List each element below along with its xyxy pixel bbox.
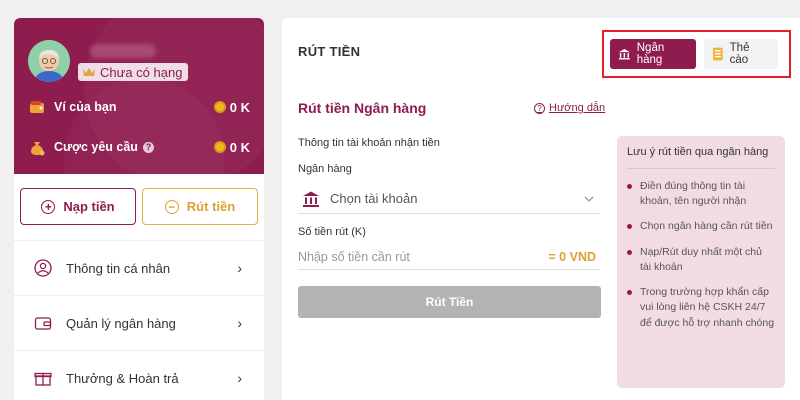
crown-icon	[83, 68, 95, 76]
amount-input[interactable]	[298, 249, 549, 264]
form-title: Rút tiền Ngân hàng	[298, 100, 427, 116]
guide-link[interactable]: ? Hướng dẫn	[534, 102, 605, 114]
page-title: RÚT TIỀN	[298, 44, 361, 59]
bank-icon	[303, 191, 319, 207]
menu-label: Quản lý ngân hàng	[66, 315, 176, 331]
tab-scratch-card[interactable]: Thẻ cào	[704, 39, 778, 69]
wallet-balance: 0 K	[213, 99, 250, 115]
menu-label: Thông tin cá nhân	[66, 260, 171, 276]
avatar[interactable]	[28, 40, 70, 82]
note-item: Chọn ngân hàng cần rút tiền	[627, 219, 775, 234]
account-sidebar: Chưa có hạng Ví của bạn 0 K Cược yêu cầu…	[14, 18, 264, 400]
wallet-amount: 0 K	[229, 99, 250, 115]
menu-item-profile[interactable]: Thông tin cá nhân ›	[14, 240, 264, 295]
profile-card: Chưa có hạng Ví của bạn 0 K Cược yêu cầu…	[14, 18, 264, 174]
bet-requirement-row: Cược yêu cầu ? 0 K	[28, 138, 250, 156]
withdraw-panel: RÚT TIỀN Ngân hàng Thẻ cào Rút tiền Ngân…	[282, 18, 800, 400]
rank-badge: Chưa có hạng	[78, 63, 189, 81]
withdraw-submit-button[interactable]: Rút Tiền	[298, 286, 601, 318]
note-item: Nạp/Rút duy nhất một chủ tài khoản	[627, 245, 775, 275]
guide-label: Hướng dẫn	[549, 102, 606, 114]
chevron-right-icon: ›	[237, 370, 242, 386]
bank-account-select[interactable]: Chọn tài khoản	[298, 184, 600, 214]
coin-icon	[213, 141, 226, 153]
note-text: Điền đúng thông tin tài khoản, tên người…	[640, 180, 747, 208]
bullet	[627, 184, 632, 189]
menu-item-bank-management[interactable]: Quản lý ngân hàng ›	[14, 295, 264, 350]
plus-icon: +	[41, 199, 56, 214]
deposit-button[interactable]: + Nạp tiền	[20, 188, 136, 225]
gift-icon	[34, 372, 52, 386]
coin-icon	[213, 101, 226, 113]
withdraw-label: Rút tiền	[186, 199, 236, 214]
bullet	[627, 224, 632, 230]
wallet-row: Ví của bạn 0 K	[28, 98, 250, 116]
deposit-label: Nạp tiền	[63, 199, 115, 214]
request-label: Cược yêu cầu	[54, 140, 138, 154]
action-buttons: + Nạp tiền − Rút tiền	[20, 188, 258, 225]
withdraw-button[interactable]: − Rút tiền	[142, 188, 258, 225]
menu-item-rewards[interactable]: Thưởng & Hoàn trả ›	[14, 350, 264, 400]
note-text: Chọn ngân hàng cần rút tiền	[640, 220, 773, 233]
tab-label: Thẻ cào	[729, 42, 750, 66]
request-label-group: Cược yêu cầu ?	[54, 140, 214, 154]
amount-field[interactable]: = 0 VND	[298, 244, 600, 270]
tab-label: Ngân hàng	[636, 42, 665, 66]
bank-label: Ngân hàng	[298, 163, 352, 175]
note-text: Trong trường hợp khẩn cấp vui lòng liên …	[640, 286, 775, 329]
menu-label: Thưởng & Hoàn trả	[66, 370, 179, 386]
money-bag-icon	[31, 142, 45, 156]
notes-title: Lưu ý rút tiền qua ngân hàng	[627, 146, 775, 169]
info-icon[interactable]: ?	[142, 141, 154, 153]
request-balance: 0 K	[213, 139, 250, 155]
bullet	[627, 249, 632, 255]
account-info-label: Thông tin tài khoản nhận tiền	[298, 137, 440, 149]
note-item: Điền đúng thông tin tài khoản, tên người…	[627, 179, 775, 209]
chevron-down-icon	[584, 196, 594, 202]
amount-label: Số tiền rút (K)	[298, 226, 366, 238]
minus-icon: −	[164, 199, 179, 214]
request-amount: 0 K	[229, 139, 250, 155]
note-item: Trong trường hợp khẩn cấp vui lòng liên …	[627, 285, 775, 331]
user-icon	[34, 259, 52, 277]
tab-bank[interactable]: Ngân hàng	[610, 39, 696, 69]
withdraw-method-tabs: Ngân hàng Thẻ cào	[602, 30, 791, 78]
withdraw-notes: Lưu ý rút tiền qua ngân hàng Điền đúng t…	[617, 136, 785, 388]
wallet-icon	[30, 101, 44, 113]
amount-conversion: = 0 VND	[548, 249, 596, 264]
card-icon	[712, 47, 723, 61]
note-text: Nạp/Rút duy nhất một chủ tài khoản	[640, 245, 762, 273]
account-menu: Thông tin cá nhân › Quản lý ngân hàng › …	[14, 240, 264, 400]
question-icon: ?	[534, 102, 545, 114]
bank-icon	[618, 48, 630, 60]
bullet	[627, 290, 632, 296]
bank-select-value: Chọn tài khoản	[330, 191, 418, 206]
wallet-icon	[34, 317, 52, 330]
chevron-right-icon: ›	[237, 315, 242, 331]
wallet-label: Ví của bạn	[54, 100, 117, 114]
rank-label: Chưa có hạng	[100, 64, 183, 80]
username-redacted	[90, 44, 156, 58]
chevron-right-icon: ›	[237, 260, 242, 276]
